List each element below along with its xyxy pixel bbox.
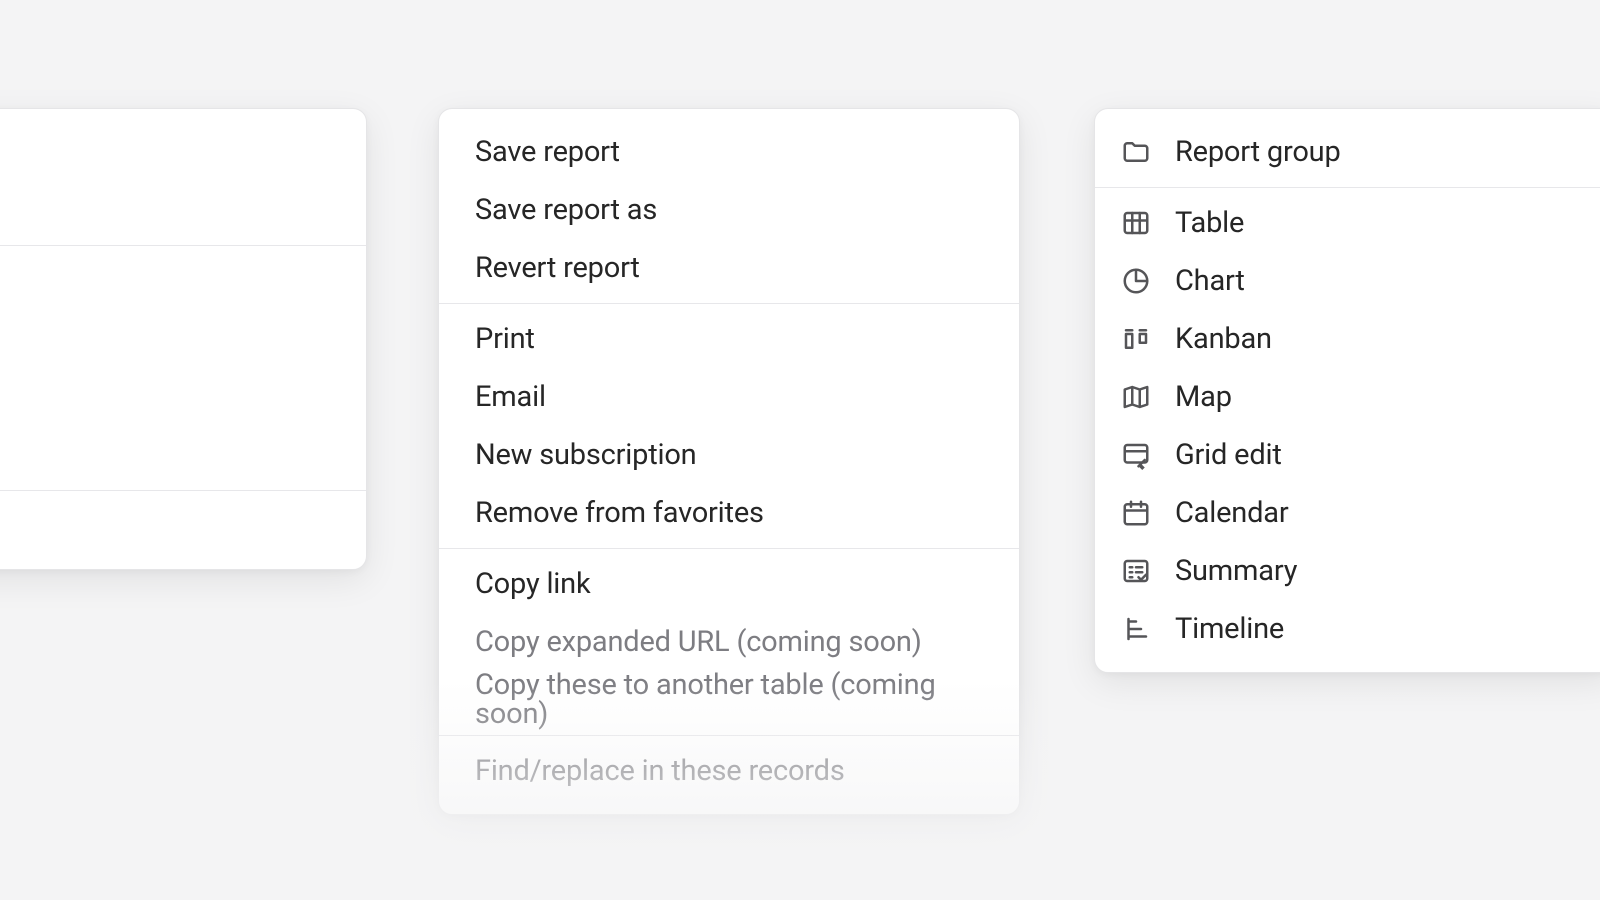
report-settings-item[interactable]: Report settings bbox=[0, 181, 366, 239]
report-context-menu-center: Save report Save report as Revert report… bbox=[438, 108, 1020, 815]
menu-item-label: Find/replace in these records bbox=[475, 757, 845, 786]
menu-item-label: Map bbox=[1175, 383, 1232, 412]
revert-report-item[interactable]: Revert report bbox=[439, 239, 1019, 297]
menu-item-label: Print bbox=[475, 325, 535, 354]
remove-from-favorites-item[interactable]: Remove from favorites bbox=[439, 484, 1019, 542]
report-context-menu-left: Rename report Report settings Add to fav… bbox=[0, 108, 367, 570]
menu-item-label: Grid edit bbox=[1175, 441, 1282, 470]
menu-item-label: Summary bbox=[1175, 557, 1297, 586]
menu-separator bbox=[439, 735, 1019, 736]
menu-separator bbox=[1095, 187, 1600, 188]
summary-report-item[interactable]: Summary bbox=[1095, 542, 1600, 600]
save-report-as-item[interactable]: Save report as bbox=[439, 181, 1019, 239]
menu-item-label: Kanban bbox=[1175, 325, 1272, 354]
move-up-item[interactable]: Move up bbox=[0, 310, 366, 368]
calendar-icon bbox=[1119, 496, 1153, 530]
menu-separator bbox=[439, 303, 1019, 304]
add-to-favorites-item[interactable]: Add to favorites bbox=[0, 252, 366, 310]
menu-item-label: Table bbox=[1175, 209, 1244, 238]
delete-report-item[interactable]: Delete report bbox=[0, 497, 366, 555]
menu-item-label: Save report as bbox=[475, 196, 657, 225]
report-group-item[interactable]: Report group bbox=[1095, 123, 1600, 181]
new-subscription-item[interactable]: New subscription bbox=[439, 426, 1019, 484]
find-replace-item: Find/replace in these records bbox=[439, 742, 1019, 800]
timeline-icon bbox=[1119, 612, 1153, 646]
menu-item-label: Calendar bbox=[1175, 499, 1288, 528]
calendar-report-item[interactable]: Calendar bbox=[1095, 484, 1600, 542]
menu-item-label: Timeline bbox=[1175, 615, 1284, 644]
menu-item-label: Copy these to another table (coming soon… bbox=[475, 671, 983, 729]
map-report-item[interactable]: Map bbox=[1095, 368, 1600, 426]
folder-icon bbox=[1119, 135, 1153, 169]
move-down-item[interactable]: Move down bbox=[0, 368, 366, 426]
summary-icon bbox=[1119, 554, 1153, 588]
menu-item-label: Revert report bbox=[475, 254, 640, 283]
menu-item-label: New subscription bbox=[475, 441, 697, 470]
table-icon bbox=[1119, 206, 1153, 240]
rename-report-item[interactable]: Rename report bbox=[0, 123, 366, 181]
save-report-item[interactable]: Save report bbox=[439, 123, 1019, 181]
map-icon bbox=[1119, 380, 1153, 414]
menu-item-label: Copy expanded URL (coming soon) bbox=[475, 628, 922, 657]
copy-link-item[interactable]: Copy link bbox=[439, 555, 1019, 613]
copy-to-table-item: Copy these to another table (coming soon… bbox=[439, 671, 1019, 729]
menu-item-label: Remove from favorites bbox=[475, 499, 764, 528]
pie-chart-icon bbox=[1119, 264, 1153, 298]
timeline-report-item[interactable]: Timeline bbox=[1095, 600, 1600, 658]
report-type-menu: Report group Table Chart Kanban Map Grid… bbox=[1094, 108, 1600, 673]
grid-edit-icon bbox=[1119, 438, 1153, 472]
menu-item-label: Chart bbox=[1175, 267, 1245, 296]
menu-item-label: Save report bbox=[475, 138, 620, 167]
print-item[interactable]: Print bbox=[439, 310, 1019, 368]
grid-edit-report-item[interactable]: Grid edit bbox=[1095, 426, 1600, 484]
menu-separator bbox=[0, 490, 366, 491]
kanban-icon bbox=[1119, 322, 1153, 356]
email-item[interactable]: Email bbox=[439, 368, 1019, 426]
kanban-report-item[interactable]: Kanban bbox=[1095, 310, 1600, 368]
menu-item-label: Email bbox=[475, 383, 546, 412]
table-report-item[interactable]: Table bbox=[1095, 194, 1600, 252]
menu-separator bbox=[439, 548, 1019, 549]
menu-separator bbox=[0, 245, 366, 246]
move-to-item[interactable]: Move to... bbox=[0, 426, 366, 484]
chart-report-item[interactable]: Chart bbox=[1095, 252, 1600, 310]
copy-expanded-url-item: Copy expanded URL (coming soon) bbox=[439, 613, 1019, 671]
menu-item-label: Report group bbox=[1175, 138, 1341, 167]
menu-item-label: Copy link bbox=[475, 570, 590, 599]
